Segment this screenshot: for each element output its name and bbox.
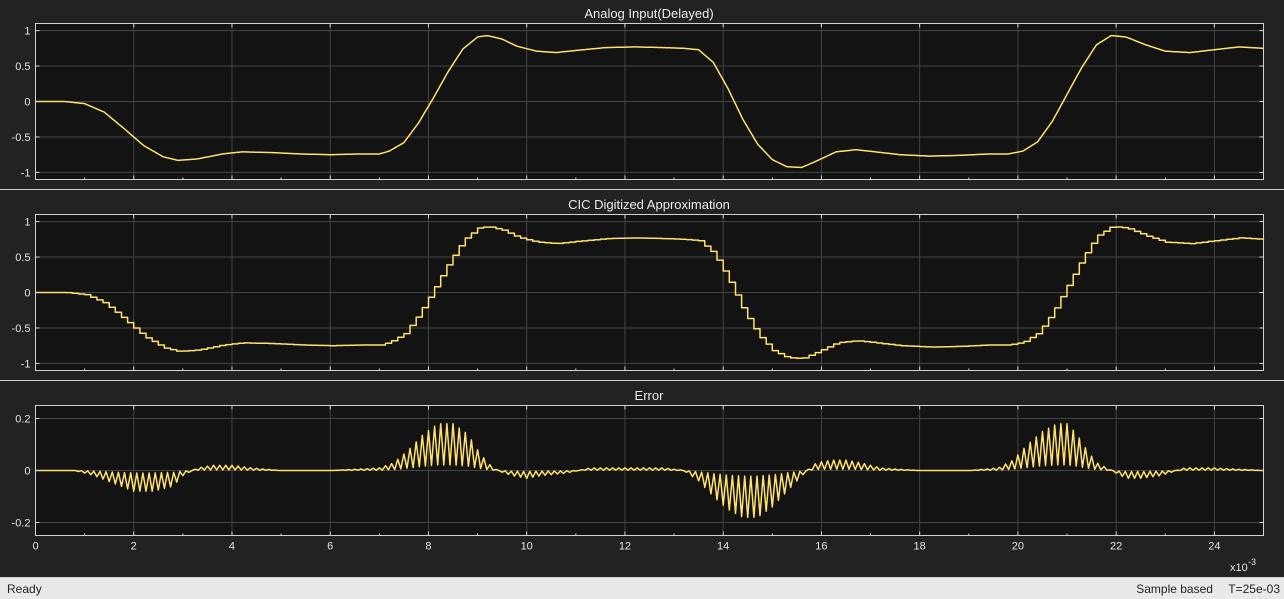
plot-title-analog-input: Analog Input(Delayed)	[584, 6, 713, 21]
x-tick-label: 10	[521, 541, 533, 553]
plot-title-error: Error	[635, 388, 665, 403]
y-tick-label: -0.5	[12, 323, 31, 335]
axes-error[interactable]: -0.200.20 2 4 6 8 10 12 14 16 18 20 22 24	[12, 405, 1264, 553]
x-axis-exponent-base: x10	[1230, 562, 1248, 574]
y-tick-label: -1	[21, 358, 31, 370]
x-tick-label: 6	[327, 541, 333, 553]
x-tick-label: 16	[815, 541, 827, 553]
y-tick-label: 0	[24, 288, 30, 300]
scope-figure: Analog Input(Delayed) -1 -0.5 0 0.5 1 CIC Di…	[0, 0, 1284, 577]
x-tick-label: 22	[1110, 541, 1122, 553]
y-tick-label: 0.5	[15, 252, 30, 264]
axes-analog-input[interactable]: -1 -0.5 0 0.5 1	[12, 23, 1264, 180]
status-ready-text: Ready	[7, 582, 42, 596]
y-tick-label: -1	[21, 167, 31, 179]
status-time-text: T=25e-03	[1228, 582, 1280, 596]
y-tick-label: 0.2	[15, 414, 30, 426]
x-tick-label: 2	[131, 541, 137, 553]
y-tick-label: 1	[24, 217, 30, 229]
y-tick-label: 1	[24, 26, 30, 38]
status-bar: Ready Sample based T=25e-03	[0, 577, 1284, 599]
x-tick-label: 18	[914, 541, 926, 553]
x-tick-label: 24	[1208, 541, 1220, 553]
y-tick-label: 0.5	[15, 61, 30, 73]
x-tick-label: 0	[32, 541, 38, 553]
x-tick-label: 8	[425, 541, 431, 553]
y-tick-label: -0.2	[12, 518, 31, 530]
x-tick-label: 4	[229, 541, 235, 553]
x-tick-label: 14	[717, 541, 729, 553]
axes-cic-approximation[interactable]: -1 -0.5 0 0.5 1	[12, 214, 1265, 371]
y-tick-label: -0.5	[12, 132, 31, 144]
y-tick-label: 0	[24, 466, 30, 478]
status-mode-text: Sample based	[1136, 582, 1213, 596]
x-tick-label: 20	[1012, 541, 1024, 553]
y-tick-label: 0	[24, 97, 30, 109]
status-right-group: Sample based T=25e-03	[1124, 582, 1280, 596]
x-tick-label: 12	[619, 541, 631, 553]
x-axis-exponent-power: -3	[1248, 557, 1256, 567]
plot-title-cic-approximation: CIC Digitized Approximation	[568, 197, 730, 212]
